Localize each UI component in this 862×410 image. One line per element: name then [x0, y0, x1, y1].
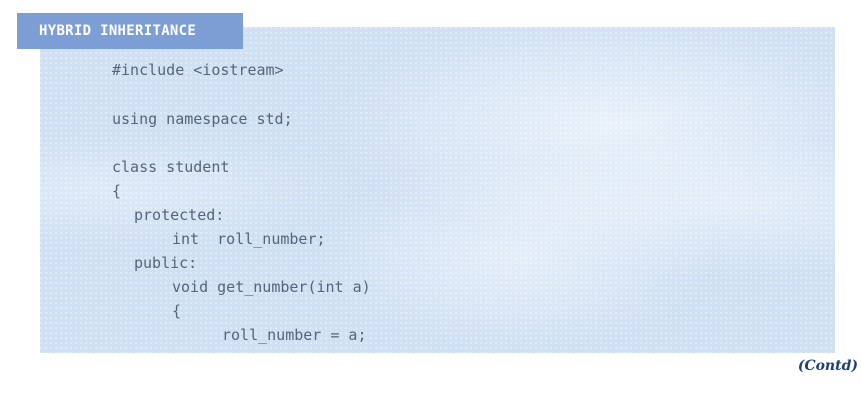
code-line-roll-number-assign: roll_number = a; [222, 326, 367, 344]
code-line-open-brace-method: { [172, 302, 182, 320]
code-line-protected: protected: [134, 206, 225, 224]
code-line-public: public: [134, 254, 198, 272]
code-line-include: #include <iostream> [112, 61, 284, 79]
code-line-using-namespace: using namespace std; [112, 110, 293, 128]
code-line-class-student: class student [112, 158, 230, 176]
code-line-roll-number-decl: int roll_number; [172, 230, 326, 248]
section-title: HYBRID INHERITANCE [17, 13, 243, 49]
code-line-open-brace-class: { [112, 182, 122, 200]
code-line-get-number: void get_number(int a) [172, 278, 371, 296]
continued-label: (Contd) [797, 358, 858, 374]
